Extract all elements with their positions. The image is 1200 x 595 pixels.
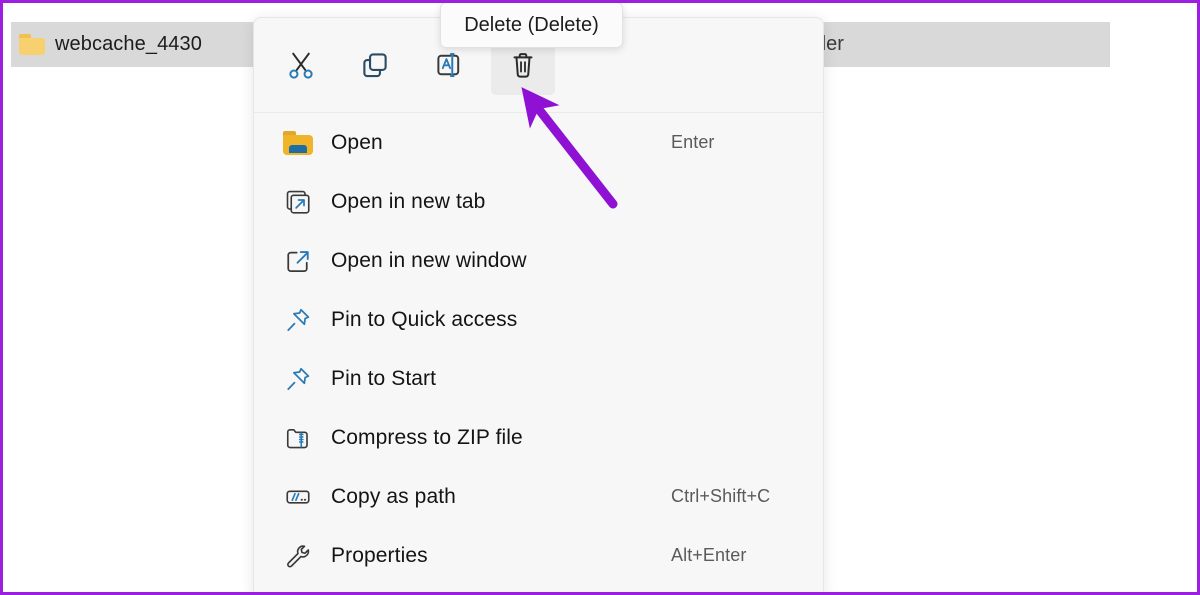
menu-item-compress-to-zip[interactable]: Compress to ZIP file bbox=[254, 408, 823, 467]
menu-item-label: Compress to ZIP file bbox=[331, 425, 523, 449]
menu-item-label: Pin to Start bbox=[331, 366, 437, 390]
wrench-icon bbox=[281, 539, 315, 573]
tooltip-label: Delete (Delete) bbox=[464, 13, 599, 36]
menu-item-label: Open bbox=[331, 130, 383, 154]
file-name-label: webcache_4430 bbox=[55, 33, 202, 55]
menu-item-label: Pin to Quick access bbox=[331, 307, 518, 331]
pin-icon bbox=[281, 362, 315, 396]
context-menu: Open Enter Open in new tab Open in new w… bbox=[253, 17, 824, 592]
menu-item-shortcut: Alt+Enter bbox=[671, 545, 747, 565]
menu-item-label: Open in new tab bbox=[331, 189, 486, 213]
context-menu-items: Open Enter Open in new tab Open in new w… bbox=[254, 113, 823, 585]
scissors-icon bbox=[284, 48, 318, 82]
menu-item-open-in-new-window[interactable]: Open in new window bbox=[254, 231, 823, 290]
open-new-window-icon bbox=[281, 244, 315, 278]
copy-path-icon bbox=[281, 480, 315, 514]
menu-item-open[interactable]: Open Enter bbox=[254, 113, 823, 172]
pin-icon bbox=[281, 303, 315, 337]
cut-button[interactable] bbox=[269, 35, 333, 95]
menu-item-shortcut: Enter bbox=[671, 132, 715, 152]
menu-item-properties[interactable]: Properties Alt+Enter bbox=[254, 526, 823, 585]
copy-icon bbox=[358, 48, 392, 82]
trash-icon bbox=[506, 48, 540, 82]
tooltip: Delete (Delete) bbox=[440, 3, 623, 48]
menu-item-pin-to-start[interactable]: Pin to Start bbox=[254, 349, 823, 408]
menu-item-label: Copy as path bbox=[331, 484, 456, 508]
menu-item-label: Open in new window bbox=[331, 248, 527, 272]
zip-folder-icon bbox=[281, 421, 315, 455]
rename-icon bbox=[432, 48, 466, 82]
menu-item-shortcut: Ctrl+Shift+C bbox=[671, 486, 771, 506]
menu-item-pin-to-quick-access[interactable]: Pin to Quick access bbox=[254, 290, 823, 349]
menu-item-copy-as-path[interactable]: Copy as path Ctrl+Shift+C bbox=[254, 467, 823, 526]
copy-button[interactable] bbox=[343, 35, 407, 95]
folder-open-icon bbox=[281, 126, 315, 160]
open-new-tab-icon bbox=[281, 185, 315, 219]
folder-icon bbox=[19, 34, 45, 55]
screenshot-canvas: webcache_4430 der Open Enter Open in new… bbox=[0, 0, 1200, 595]
menu-item-label: Properties bbox=[331, 543, 428, 567]
menu-item-open-in-new-tab[interactable]: Open in new tab bbox=[254, 172, 823, 231]
